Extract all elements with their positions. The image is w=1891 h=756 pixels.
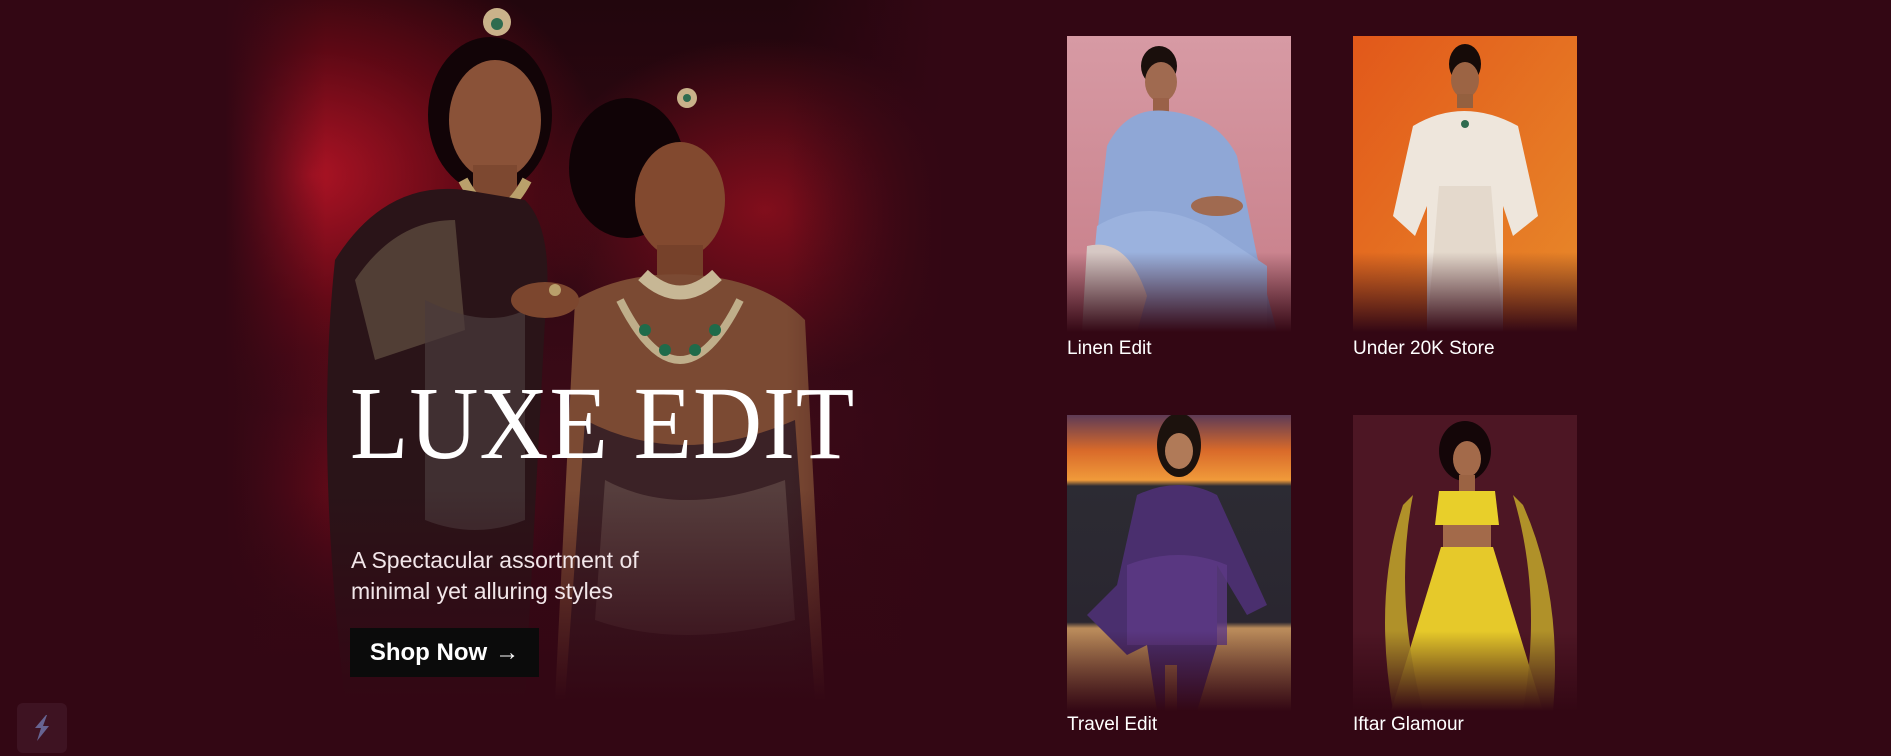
bolt-logo-glyph <box>35 715 49 741</box>
under-20k-store-photo <box>1353 36 1577 332</box>
tile-label: Travel Edit <box>1067 714 1158 735</box>
tile-travel-edit[interactable]: Travel Edit <box>1067 415 1291 735</box>
hero-subtitle: A Spectacular assortment of minimal yet … <box>351 547 639 604</box>
tile-image <box>1353 36 1577 332</box>
arrow-right-icon: → <box>495 638 520 666</box>
tile-image <box>1067 415 1291 711</box>
tile-label: Under 20K Store <box>1353 338 1495 359</box>
bolt-logo-icon[interactable] <box>17 703 67 753</box>
tile-label: Iftar Glamour <box>1353 714 1464 735</box>
tile-label: Linen Edit <box>1067 338 1152 359</box>
tile-image <box>1067 36 1291 332</box>
tile-image <box>1353 415 1577 711</box>
linen-edit-photo <box>1067 36 1291 332</box>
tile-under-20k-store[interactable]: Under 20K Store <box>1353 36 1577 359</box>
shop-now-label: Shop Now <box>369 638 488 666</box>
page: LUXE EDIT A Spectacular assortment of mi… <box>0 0 1891 756</box>
shop-now-button[interactable]: Shop Now → <box>350 628 539 677</box>
tile-iftar-glamour[interactable]: Iftar Glamour <box>1353 415 1577 735</box>
hero-title: LUXE EDIT <box>350 366 856 481</box>
iftar-glamour-photo <box>1353 415 1577 711</box>
tile-linen-edit[interactable]: Linen Edit <box>1067 36 1291 359</box>
travel-edit-photo <box>1067 415 1291 711</box>
